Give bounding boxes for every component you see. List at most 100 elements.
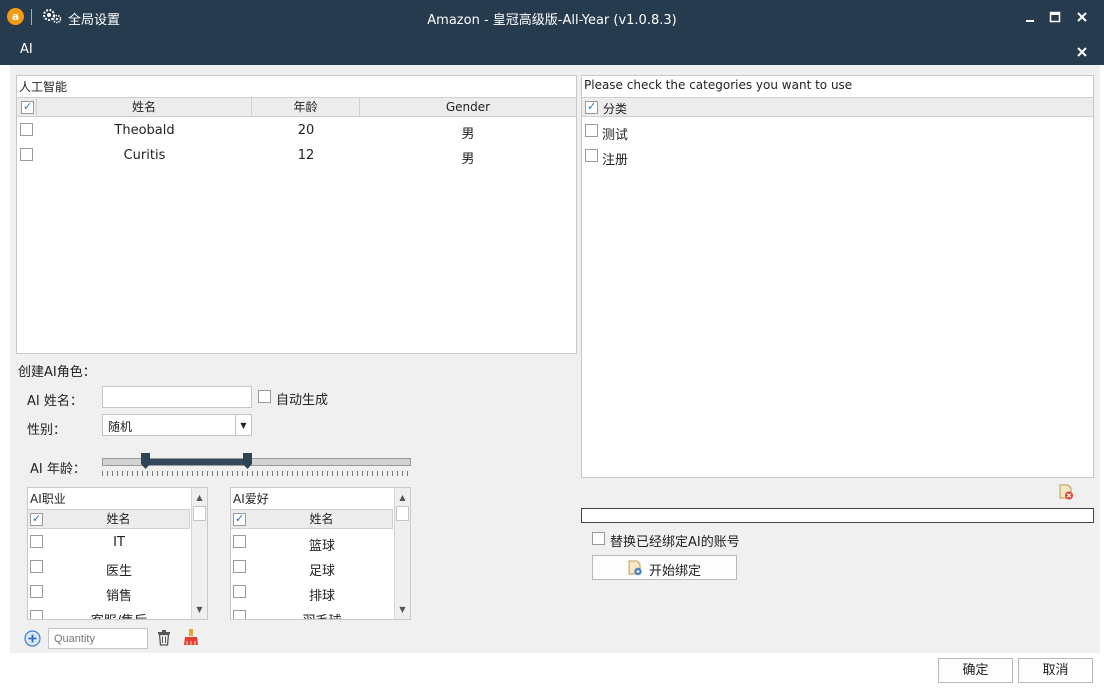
hobby-item-label: 篮球 <box>308 539 335 554</box>
quantity-input[interactable] <box>48 628 148 649</box>
clear-categories-icon[interactable] <box>1058 484 1074 500</box>
ai-hobby-list: AI爱好 姓名 篮球 足球 排球 羽毛球 ▲ ▼ <box>230 487 411 620</box>
cell-name: Theobald <box>114 123 175 138</box>
hobby-select-all-checkbox[interactable] <box>233 512 246 526</box>
column-header-age[interactable]: 年龄 <box>252 98 360 117</box>
add-icon[interactable] <box>24 630 41 647</box>
ai-job-caption: AI职业 <box>30 492 66 506</box>
clear-brush-icon[interactable] <box>183 629 199 646</box>
hobby-item-checkbox[interactable] <box>233 560 246 573</box>
window-title: Amazon - 皇冠高级版-All-Year (v1.0.8.3) <box>427 13 677 28</box>
column-header-name[interactable]: 姓名 <box>37 98 252 117</box>
cell-age: 12 <box>297 148 315 163</box>
title-bar: a 全局设置 Amazon - 皇冠高级版-All-Year (v1.0.8.3… <box>0 0 1104 34</box>
close-dialog-icon[interactable] <box>1075 45 1089 59</box>
age-slider-ticks <box>102 471 411 476</box>
scroll-thumb[interactable] <box>396 506 409 521</box>
trash-icon[interactable] <box>157 630 171 646</box>
list-item[interactable]: 销售 <box>28 580 190 605</box>
age-range-fill <box>145 459 248 465</box>
list-item[interactable]: 注册 <box>582 144 1093 169</box>
minimize-icon[interactable] <box>1022 9 1038 25</box>
table-row[interactable]: Curitis 12 男 <box>17 143 576 168</box>
cell-age: 20 <box>297 123 315 138</box>
maximize-icon[interactable] <box>1047 9 1063 25</box>
list-item[interactable]: 篮球 <box>231 530 393 555</box>
ai-hobby-caption: AI爱好 <box>233 492 269 506</box>
scroll-up-icon[interactable]: ▲ <box>395 490 410 505</box>
ai-grid-header: 姓名 年龄 Gender <box>17 97 576 117</box>
binding-document-icon <box>628 560 642 576</box>
job-item-label: IT <box>113 535 125 550</box>
job-item-checkbox[interactable] <box>30 585 43 598</box>
auto-generate-label: 自动生成 <box>276 393 329 408</box>
category-grid-header: 分类 <box>582 97 1093 117</box>
hobby-item-label: 羽毛球 <box>251 610 393 619</box>
hobby-item-checkbox[interactable] <box>233 585 246 598</box>
ai-panel: 人工智能 姓名 年龄 Gender Theobald 20 男 Curitis … <box>16 75 577 354</box>
category-select-all-checkbox[interactable] <box>585 100 598 114</box>
dialog-title: AI <box>20 42 33 57</box>
age-max-handle[interactable] <box>242 453 252 469</box>
hobby-item-label: 排球 <box>308 589 335 604</box>
table-row[interactable]: Theobald 20 男 <box>17 118 576 143</box>
cancel-button[interactable]: 取消 <box>1018 658 1093 683</box>
ai-name-input[interactable] <box>102 386 252 408</box>
dialog-header: AI <box>0 34 1104 65</box>
list-item[interactable]: 羽毛球 <box>231 605 393 619</box>
job-item-label: 销售 <box>105 589 132 604</box>
create-ai-section-label: 创建AI角色： <box>18 365 96 380</box>
start-binding-button[interactable]: 开始绑定 <box>592 555 737 580</box>
replace-bound-label: 替换已经绑定AI的账号 <box>610 535 740 550</box>
replace-bound-checkbox[interactable] <box>592 532 605 545</box>
job-grid-header: 姓名 <box>28 509 190 529</box>
job-item-checkbox[interactable] <box>30 535 43 548</box>
job-list-scrollbar[interactable]: ▲ ▼ <box>191 488 207 619</box>
list-item[interactable]: 排球 <box>231 580 393 605</box>
gender-label: 性别： <box>27 423 67 438</box>
ai-name-label: AI 姓名： <box>27 394 83 409</box>
job-item-label: 医生 <box>105 564 132 579</box>
list-item[interactable]: 医生 <box>28 555 190 580</box>
ok-button[interactable]: 确定 <box>938 658 1013 683</box>
scroll-down-icon[interactable]: ▼ <box>395 602 410 617</box>
list-item[interactable]: 足球 <box>231 555 393 580</box>
hobby-list-scrollbar[interactable]: ▲ ▼ <box>394 488 410 619</box>
row-checkbox[interactable] <box>20 123 33 136</box>
job-item-checkbox[interactable] <box>30 610 43 619</box>
category-item-checkbox[interactable] <box>585 149 598 162</box>
hobby-item-checkbox[interactable] <box>233 535 246 548</box>
list-item[interactable]: 测试 <box>582 119 1093 144</box>
gender-selected-value: 随机 <box>108 420 133 434</box>
binding-progress-bar <box>581 508 1094 523</box>
scroll-down-icon[interactable]: ▼ <box>192 602 207 617</box>
hobby-grid-header: 姓名 <box>231 509 393 529</box>
age-min-handle[interactable] <box>140 453 150 469</box>
scroll-thumb[interactable] <box>193 506 206 521</box>
hobby-item-label: 足球 <box>308 564 335 579</box>
start-binding-label: 开始绑定 <box>649 564 702 579</box>
hobby-column-header[interactable]: 姓名 <box>251 510 393 529</box>
cell-name: Curitis <box>123 148 166 163</box>
job-select-all-checkbox[interactable] <box>30 512 43 526</box>
job-item-checkbox[interactable] <box>30 560 43 573</box>
ai-panel-caption: 人工智能 <box>19 80 68 94</box>
row-checkbox[interactable] <box>20 148 33 161</box>
age-label: AI 年龄： <box>30 462 86 477</box>
list-item[interactable]: 客服/售后 <box>28 605 190 619</box>
hobby-item-checkbox[interactable] <box>233 610 246 619</box>
gender-select[interactable]: 随机 ▼ <box>102 414 252 436</box>
ai-grid-header-check-cell <box>17 98 37 117</box>
column-header-gender[interactable]: Gender <box>360 98 576 117</box>
list-item[interactable]: IT <box>28 530 190 555</box>
job-column-header[interactable]: 姓名 <box>48 510 190 529</box>
category-item-label: 测试 <box>602 128 629 143</box>
cell-gender: 男 <box>461 127 475 142</box>
category-column-header[interactable]: 分类 <box>603 100 627 117</box>
category-panel-caption: Please check the categories you want to … <box>584 78 853 92</box>
close-window-icon[interactable] <box>1074 9 1090 25</box>
scroll-up-icon[interactable]: ▲ <box>192 490 207 505</box>
auto-generate-checkbox[interactable] <box>258 390 271 403</box>
chevron-down-icon[interactable]: ▼ <box>235 415 251 435</box>
category-item-checkbox[interactable] <box>585 124 598 137</box>
